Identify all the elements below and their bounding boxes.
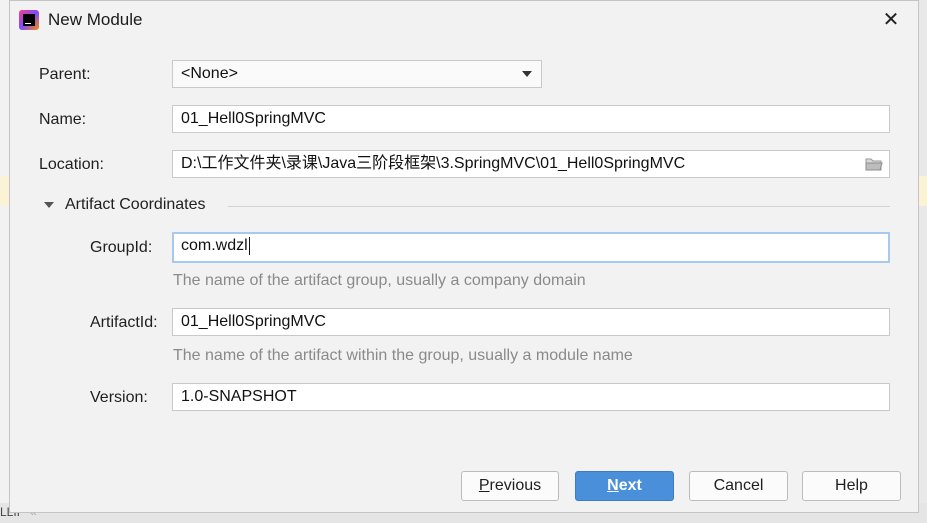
parent-combobox[interactable]: <None> bbox=[172, 60, 542, 88]
parent-selected-value: <None> bbox=[181, 65, 238, 82]
version-input[interactable]: 1.0-SNAPSHOT bbox=[172, 383, 890, 411]
location-input[interactable]: D:\工作文件夹\录课\Java三阶段框架\3.SpringMVC\01_Hel… bbox=[172, 150, 890, 178]
cancel-button[interactable]: Cancel bbox=[689, 471, 788, 501]
artifact-coordinates-header[interactable]: Artifact Coordinates bbox=[65, 196, 206, 214]
background-highlight-right bbox=[919, 176, 927, 206]
next-button[interactable]: Next bbox=[575, 471, 674, 501]
location-label: Location: bbox=[39, 156, 104, 173]
collapse-triangle-icon[interactable] bbox=[44, 202, 54, 208]
previous-label: revious bbox=[489, 477, 542, 494]
version-input-value: 1.0-SNAPSHOT bbox=[181, 388, 297, 405]
artifactid-input-value: 01_Hell0SpringMVC bbox=[181, 313, 326, 330]
browse-folder-icon[interactable] bbox=[865, 157, 883, 171]
intellij-app-icon bbox=[19, 10, 39, 30]
cancel-label: Cancel bbox=[713, 477, 764, 494]
artifactid-hint: The name of the artifact within the grou… bbox=[173, 347, 633, 364]
chevron-down-icon bbox=[522, 71, 532, 77]
close-button[interactable]: ✕ bbox=[878, 7, 904, 33]
parent-label: Parent: bbox=[39, 66, 91, 83]
close-icon: ✕ bbox=[882, 9, 900, 31]
previous-button[interactable]: Previous bbox=[461, 471, 559, 501]
title-bar: New Module ✕ bbox=[10, 1, 918, 39]
previous-mnemonic: P bbox=[478, 477, 490, 494]
dialog-title: New Module bbox=[48, 10, 143, 29]
name-input-value: 01_Hell0SpringMVC bbox=[181, 110, 326, 127]
groupid-input[interactable]: com.wdzl bbox=[172, 232, 890, 263]
artifactid-label: ArtifactId: bbox=[90, 314, 158, 331]
help-label: Help bbox=[835, 477, 868, 494]
artifactid-input[interactable]: 01_Hell0SpringMVC bbox=[172, 308, 890, 336]
name-input[interactable]: 01_Hell0SpringMVC bbox=[172, 105, 890, 133]
help-button[interactable]: Help bbox=[802, 471, 901, 501]
text-caret bbox=[248, 236, 250, 255]
new-module-dialog: New Module ✕ Parent: <None> Name: 01_Hel… bbox=[9, 0, 919, 513]
groupid-input-value: com.wdzl bbox=[181, 237, 248, 254]
name-label: Name: bbox=[39, 111, 87, 128]
version-label: Version: bbox=[90, 389, 148, 406]
next-label: ext bbox=[618, 477, 642, 494]
location-input-value: D:\工作文件夹\录课\Java三阶段框架\3.SpringMVC\01_Hel… bbox=[181, 155, 686, 172]
next-mnemonic: N bbox=[607, 477, 619, 494]
section-divider bbox=[228, 206, 890, 207]
groupid-label: GroupId: bbox=[90, 239, 153, 256]
groupid-hint: The name of the artifact group, usually … bbox=[173, 272, 586, 289]
intellij-logo-mark bbox=[23, 14, 35, 26]
